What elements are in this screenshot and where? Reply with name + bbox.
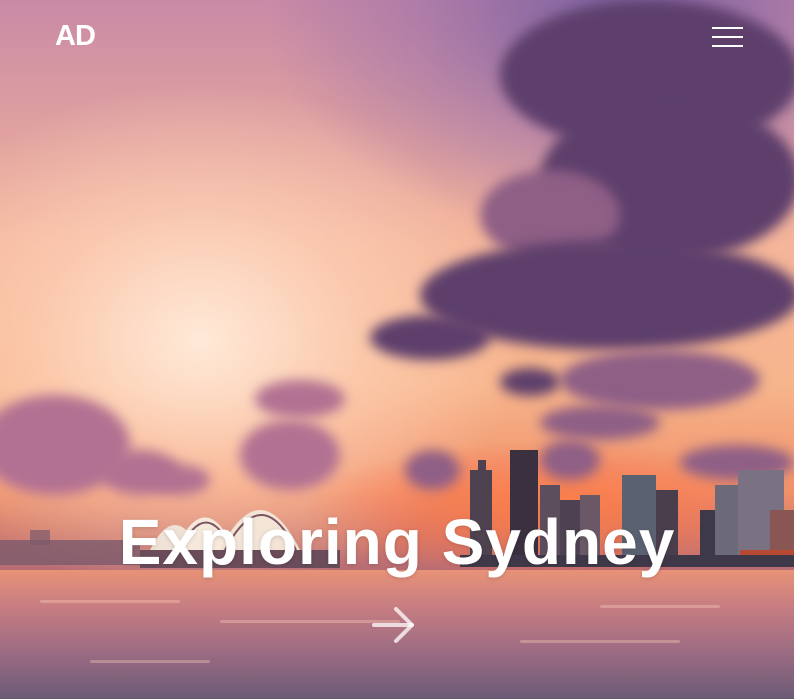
arrow-right-icon[interactable]: [372, 605, 416, 645]
site-logo[interactable]: AD: [55, 20, 96, 53]
hero-title: Exploring Sydney: [118, 506, 676, 578]
hero-section: AD Exploring Sydney: [0, 0, 794, 699]
hamburger-menu-icon[interactable]: [712, 25, 744, 49]
